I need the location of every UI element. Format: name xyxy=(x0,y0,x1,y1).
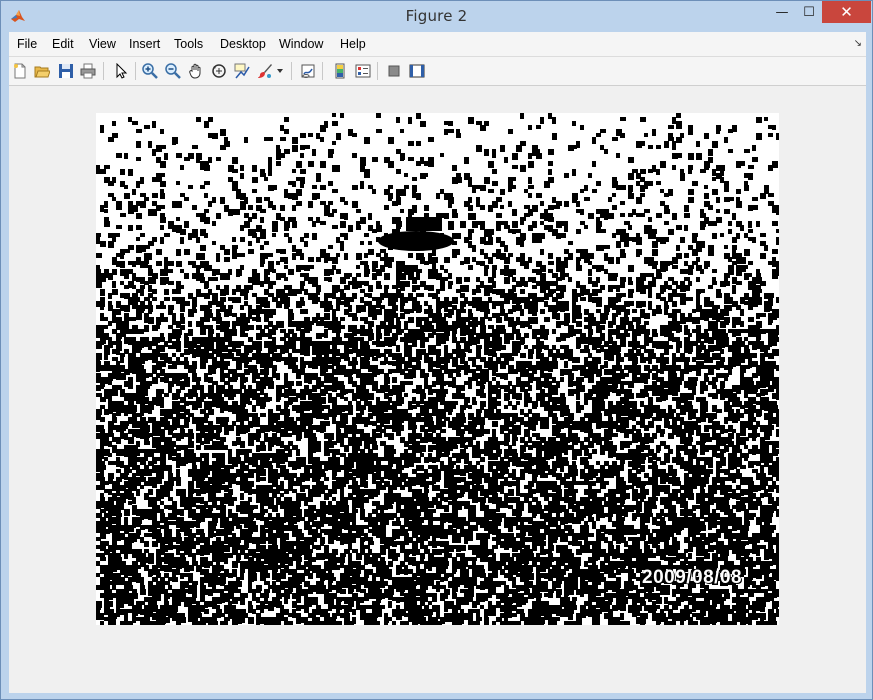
figure-toolbar xyxy=(9,57,866,86)
binary-grass-image xyxy=(96,113,782,628)
menu-view[interactable]: View xyxy=(89,37,116,51)
menu-desktop[interactable]: Desktop xyxy=(220,37,266,51)
menu-insert[interactable]: Insert xyxy=(129,37,160,51)
close-button[interactable]: ✕ xyxy=(822,1,871,23)
rotate-3d-icon[interactable] xyxy=(210,62,228,80)
menu-tools[interactable]: Tools xyxy=(174,37,203,51)
menu-edit[interactable]: Edit xyxy=(52,37,74,51)
legend-icon[interactable] xyxy=(354,62,372,80)
brush-dropdown-icon[interactable] xyxy=(275,62,285,80)
link-plot-icon[interactable] xyxy=(299,62,317,80)
brush-icon[interactable] xyxy=(256,62,274,80)
colorbar-icon[interactable] xyxy=(331,62,349,80)
zoom-in-icon[interactable] xyxy=(141,62,159,80)
menu-help[interactable]: Help xyxy=(340,37,366,51)
maximize-button[interactable]: ☐ xyxy=(796,1,822,23)
edit-plot-arrow-icon[interactable] xyxy=(112,62,130,80)
show-plot-tools-icon[interactable] xyxy=(408,62,426,80)
save-icon[interactable] xyxy=(57,62,75,80)
binary-image-display: 2009/08/08 xyxy=(96,113,782,628)
title-bar[interactable]: Figure 2 — ☐ ✕ xyxy=(1,1,872,31)
menu-bar: File Edit View Insert Tools Desktop Wind… xyxy=(9,32,866,57)
pan-hand-icon[interactable] xyxy=(187,62,205,80)
new-figure-icon[interactable] xyxy=(11,62,29,80)
dock-arrow-icon[interactable]: ↘ xyxy=(854,38,862,49)
menu-file[interactable]: File xyxy=(17,37,37,51)
hide-plot-tools-icon[interactable] xyxy=(385,62,403,80)
minimize-button[interactable]: — xyxy=(768,1,796,23)
figure-window: Figure 2 — ☐ ✕ File Edit View Insert Too… xyxy=(0,0,873,700)
print-icon[interactable] xyxy=(79,62,97,80)
image-timestamp: 2009/08/08 xyxy=(642,567,743,588)
zoom-out-icon[interactable] xyxy=(164,62,182,80)
data-cursor-icon[interactable] xyxy=(233,62,251,80)
open-file-icon[interactable] xyxy=(33,62,51,80)
figure-canvas[interactable]: 2009/08/08 xyxy=(9,86,866,693)
menu-window[interactable]: Window xyxy=(279,37,323,51)
window-title: Figure 2 xyxy=(405,7,468,25)
